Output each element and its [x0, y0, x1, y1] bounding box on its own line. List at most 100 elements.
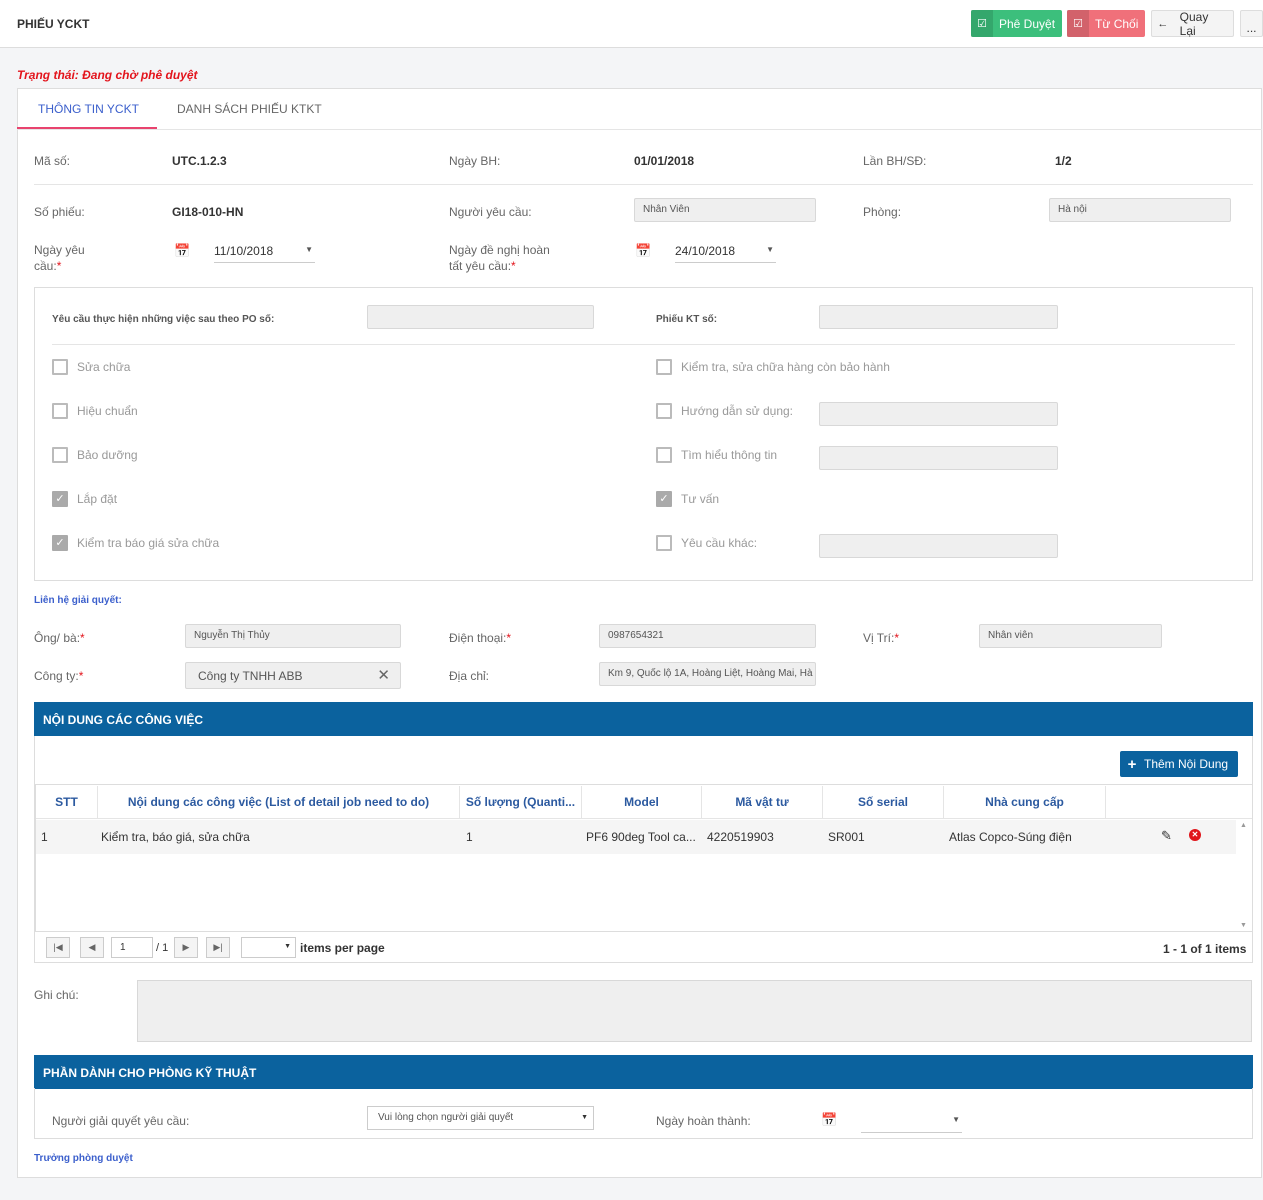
note-textarea[interactable] [137, 980, 1252, 1042]
divider [34, 184, 1253, 185]
checkbox-label: Bảo dưỡng [77, 448, 138, 462]
previous-page-icon[interactable]: ◀ [80, 937, 104, 958]
column-header-material-code[interactable]: Mã vật tư [702, 786, 823, 818]
checkbox-tu-van[interactable]: ✓ [656, 491, 672, 507]
reject-button[interactable]: ☑ Từ Chối [1067, 10, 1145, 37]
column-header-content[interactable]: Nội dung các công việc (List of detail j… [98, 786, 460, 818]
approver-label: Trưởng phòng duyệt [34, 1153, 133, 1164]
position-label: Vị Trí:* [863, 630, 899, 646]
column-header-stt[interactable]: STT [36, 786, 98, 818]
first-page-icon[interactable]: |◀ [46, 937, 70, 958]
edit-pencil-icon[interactable]: ✎ [1161, 828, 1172, 844]
column-header-quantity[interactable]: Số lượng (Quanti... [460, 786, 582, 818]
requester-field[interactable]: Nhân Viên [634, 198, 816, 222]
checkbox-bao-duong[interactable] [52, 447, 68, 463]
column-header-model[interactable]: Model [582, 786, 702, 818]
divider [36, 818, 1252, 819]
company-label-text: Công ty: [34, 669, 79, 683]
done-date-picker[interactable]: ▼ [861, 1111, 962, 1133]
tab-yckt-info[interactable]: THÔNG TIN YCKT [38, 102, 139, 116]
contact-name-field[interactable]: Nguyễn Thị Thủy [185, 624, 401, 648]
check-box-icon: ☑ [1067, 10, 1089, 37]
checkbox-yeu-cau-khac[interactable] [656, 535, 672, 551]
request-date-picker[interactable]: 11/10/2018 ▼ [214, 241, 315, 263]
cell-material-code: 4220519903 [707, 830, 774, 844]
checkbox-bao-hanh[interactable] [656, 359, 672, 375]
required-mark: * [56, 259, 62, 273]
resolver-label: Người giải quyết yêu cầu: [52, 1114, 190, 1128]
chevron-down-icon: ▼ [305, 245, 313, 254]
add-content-label: Thêm Nội Dung [1144, 757, 1229, 771]
checkbox-sua-chua[interactable] [52, 359, 68, 375]
scroll-down-icon[interactable]: ▼ [1240, 922, 1247, 929]
scroll-up-icon[interactable]: ▲ [1240, 822, 1247, 829]
department-field[interactable]: Hà nội [1049, 198, 1231, 222]
ngay-yc-label-line1: Ngày yêu [34, 243, 85, 257]
back-button[interactable]: ← Quay Lại [1151, 10, 1234, 38]
huong-dan-field[interactable] [819, 402, 1058, 426]
pager-summary: 1 - 1 of 1 items [1163, 942, 1247, 956]
po-number-field[interactable] [367, 305, 594, 329]
required-mark: * [506, 631, 512, 645]
address-field[interactable]: Km 9, Quốc lộ 1A, Hoàng Liệt, Hoàng Mai,… [599, 662, 816, 686]
checkbox-lap-dat[interactable]: ✓ [52, 491, 68, 507]
checkbox-label: Yêu cầu khác: [681, 536, 758, 550]
chevron-down-icon: ▼ [581, 1114, 588, 1121]
ngay-yc-label-line2: cầu: [34, 259, 57, 273]
required-mark: * [78, 669, 84, 683]
phone-field[interactable]: 0987654321 [599, 624, 816, 648]
close-icon[interactable]: ✕ [377, 666, 390, 684]
tech-section-header: PHẦN DÀNH CHO PHÒNG KỸ THUẬT [34, 1055, 1253, 1089]
plus-icon: + [1127, 755, 1137, 773]
ngay-bh-value: 01/01/2018 [634, 154, 695, 168]
checkbox-kiem-tra-bao-gia[interactable]: ✓ [52, 535, 68, 551]
next-page-icon[interactable]: ▶ [174, 937, 198, 958]
required-mark: * [894, 631, 900, 645]
add-content-button[interactable]: + Thêm Nội Dung [1120, 751, 1238, 777]
tab-ktkt-list[interactable]: DANH SÁCH PHIẾU KTKT [177, 102, 322, 116]
po-label: Yêu cầu thực hiện những việc sau theo PO… [52, 314, 275, 325]
company-select[interactable]: Công ty TNHH ABB ✕ [185, 662, 401, 689]
company-label: Công ty:* [34, 668, 83, 684]
active-tab-underline [17, 127, 157, 129]
ngay-yc-label: Ngày yêu cầu:* [34, 242, 85, 274]
kt-number-field[interactable] [819, 305, 1058, 329]
checkbox-huong-dan[interactable] [656, 403, 672, 419]
page-size-select[interactable]: ▼ [241, 937, 296, 958]
checkbox-hieu-chuan[interactable] [52, 403, 68, 419]
lan-bh-value: 1/2 [1055, 154, 1072, 168]
cell-supplier: Atlas Copco-Súng điện [949, 830, 1072, 844]
note-label: Ghi chú: [34, 988, 79, 1002]
cell-serial: SR001 [828, 830, 865, 844]
position-field[interactable]: Nhân viên [979, 624, 1162, 648]
calendar-icon[interactable]: 📅 [635, 243, 651, 259]
calendar-icon[interactable]: 📅 [174, 243, 190, 259]
completion-date-picker[interactable]: 24/10/2018 ▼ [675, 241, 776, 263]
required-mark: * [80, 631, 85, 645]
ma-so-value: UTC.1.2.3 [172, 154, 227, 168]
company-value: Công ty TNHH ABB [198, 669, 303, 683]
status-text: Trạng thái: Đang chờ phê duyệt [17, 68, 198, 82]
calendar-icon[interactable]: 📅 [821, 1112, 837, 1128]
checkbox-label: Kiểm tra báo giá sửa chữa [77, 536, 220, 550]
checkbox-tim-hieu[interactable] [656, 447, 672, 463]
last-page-icon[interactable]: ▶| [206, 937, 230, 958]
divider [52, 344, 1235, 345]
column-header-supplier[interactable]: Nhà cung cấp [944, 786, 1106, 818]
address-label: Địa chỉ: [449, 669, 490, 683]
page-number-input[interactable]: 1 [111, 937, 153, 958]
arrow-left-icon: ← [1157, 17, 1169, 30]
ngay-de-nghi-label-line1: Ngày đề nghị hoàn [449, 243, 550, 257]
reject-label: Từ Chối [1095, 16, 1139, 31]
delete-icon[interactable]: ✕ [1189, 829, 1201, 841]
ma-so-label: Mã số: [34, 154, 71, 168]
yeu-cau-khac-field[interactable] [819, 534, 1058, 558]
column-header-serial[interactable]: Số serial [823, 786, 944, 818]
more-button[interactable]: ... [1240, 10, 1263, 37]
resolver-select[interactable]: Vui lòng chọn người giải quyết ▼ [367, 1106, 594, 1130]
per-page-label: items per page [300, 941, 385, 955]
approve-button[interactable]: ☑ Phê Duyệt [971, 10, 1062, 37]
so-phieu-label: Số phiếu: [34, 205, 85, 219]
required-mark: * [511, 259, 516, 273]
tim-hieu-field[interactable] [819, 446, 1058, 470]
